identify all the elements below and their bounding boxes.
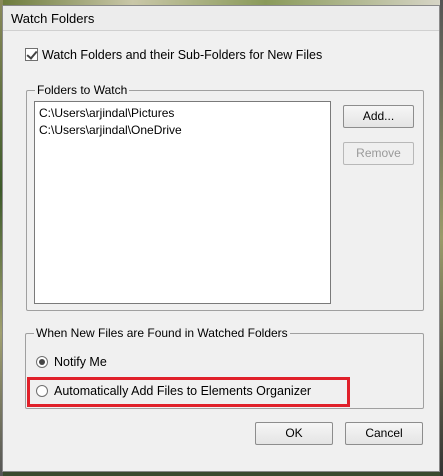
- dialog-title: Watch Folders: [11, 11, 95, 26]
- auto-add-label[interactable]: Automatically Add Files to Elements Orga…: [54, 384, 311, 398]
- folder-list-item[interactable]: C:\Users\arjindal\Pictures: [39, 105, 326, 122]
- cancel-button[interactable]: Cancel: [345, 422, 423, 445]
- folders-to-watch-legend: Folders to Watch: [35, 83, 130, 97]
- folders-list[interactable]: C:\Users\arjindal\Pictures C:\Users\arji…: [34, 101, 331, 304]
- new-files-action-legend: When New Files are Found in Watched Fold…: [34, 326, 290, 340]
- add-folder-button[interactable]: Add...: [343, 105, 414, 128]
- watch-folders-dialog: Watch Folders Watch Folders and their Su…: [2, 5, 440, 472]
- notify-me-radio[interactable]: [36, 356, 48, 368]
- watch-subfolders-checkbox[interactable]: [25, 48, 38, 61]
- remove-folder-button[interactable]: Remove: [343, 142, 414, 165]
- dialog-titlebar: Watch Folders: [3, 6, 439, 31]
- new-files-action-group: When New Files are Found in Watched Fold…: [25, 326, 424, 409]
- auto-add-radio[interactable]: [36, 385, 48, 397]
- notify-me-label[interactable]: Notify Me: [54, 355, 107, 369]
- ok-button[interactable]: OK: [255, 422, 333, 445]
- folders-to-watch-group: Folders to Watch C:\Users\arjindal\Pictu…: [26, 83, 424, 311]
- folder-list-item[interactable]: C:\Users\arjindal\OneDrive: [39, 122, 326, 139]
- watch-subfolders-label[interactable]: Watch Folders and their Sub-Folders for …: [42, 48, 322, 62]
